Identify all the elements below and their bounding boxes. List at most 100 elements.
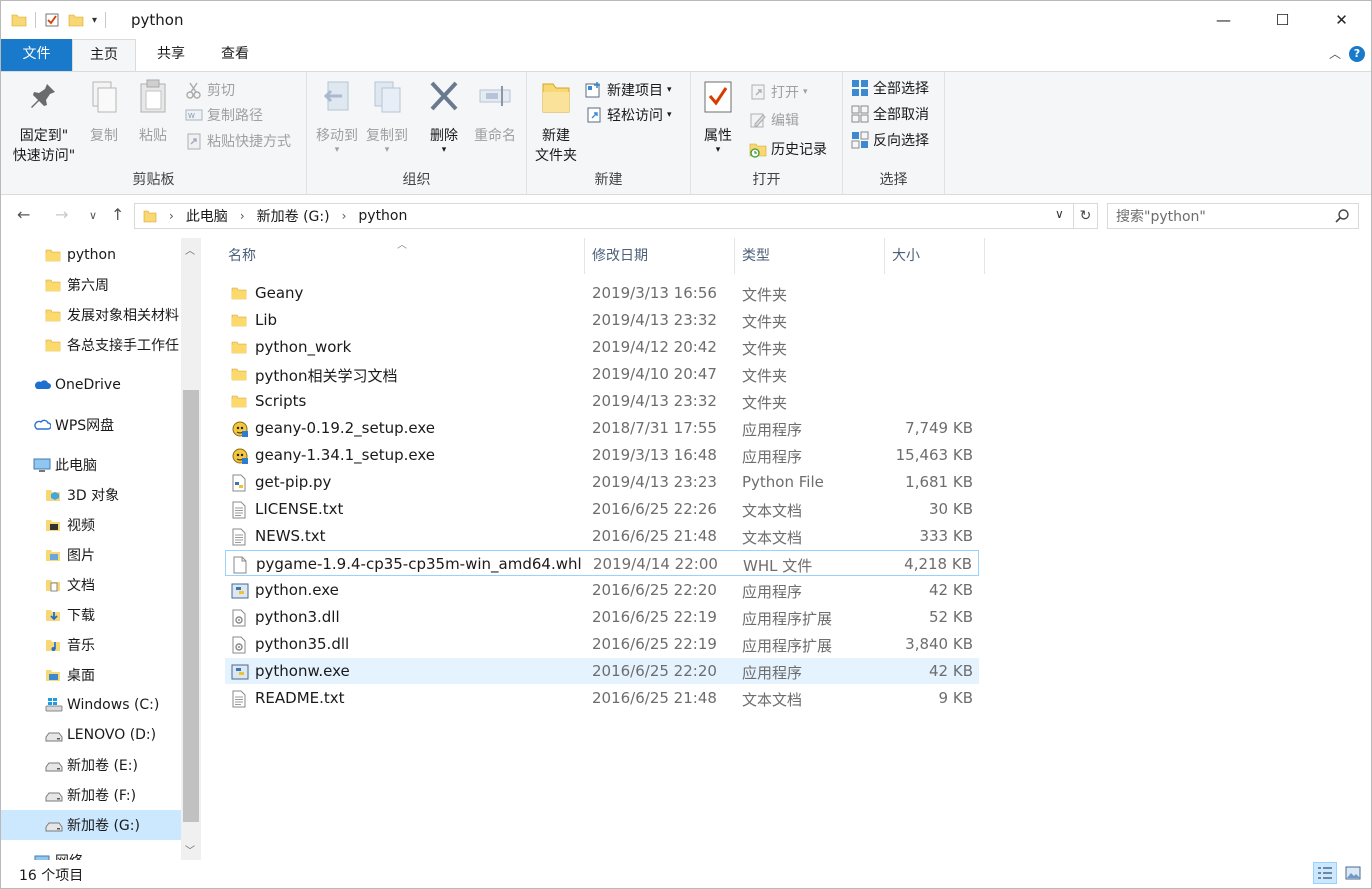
file-type: 文本文档 [742, 691, 803, 709]
tab-home[interactable]: 主页 [72, 39, 136, 71]
file-row[interactable]: LICENSE.txt 2016/6/25 22:26 文本文档 30 KB [225, 496, 979, 522]
sidebar-item[interactable]: 3D 对象 [1, 480, 181, 510]
sidebar-item[interactable]: 网络 [1, 846, 181, 860]
sidebar-item[interactable]: 桌面 [1, 660, 181, 690]
large-icons-view-button[interactable] [1341, 862, 1365, 884]
sidebar-item[interactable]: 此电脑 [1, 450, 181, 480]
breadcrumb-this-pc[interactable]: 此电脑 [186, 206, 228, 226]
tab-file[interactable]: 文件 [1, 39, 72, 71]
file-row[interactable]: pygame-1.9.4-cp35-cp35m-win_amd64.whl 201… [225, 550, 979, 576]
copy-to-label: 复制到 [366, 128, 408, 144]
delete-button[interactable]: 删除 ▾ [423, 78, 465, 155]
sidebar-item[interactable]: 文档 [1, 570, 181, 600]
file-row[interactable]: geany-1.34.1_setup.exe 2019/3/13 16:48 应用程… [225, 442, 979, 468]
sidebar-item[interactable]: 新加卷 (G:) [1, 810, 181, 840]
file-row[interactable]: python_work 2019/4/12 20:42 文件夹 [225, 334, 979, 360]
select-none-button[interactable]: 全部取消 [851, 102, 929, 126]
back-arrow-icon[interactable]: ← [17, 205, 30, 224]
file-name: python相关学习文档 [255, 367, 398, 385]
move-to-button[interactable]: 移动到 ▾ [313, 78, 361, 155]
properties-icon[interactable] [44, 12, 60, 28]
open-button[interactable]: 打开 ▾ [749, 80, 808, 104]
file-row[interactable]: Scripts 2019/4/13 23:32 文件夹 [225, 388, 979, 414]
sidebar-item[interactable]: 图片 [1, 540, 181, 570]
sidebar-item[interactable]: 各总支接手工作任 [1, 330, 181, 360]
search-box[interactable]: 搜索"python" [1107, 203, 1359, 229]
column-header-date[interactable]: 修改日期 [585, 238, 735, 274]
easy-access-button[interactable]: 轻松访问 ▾ [585, 103, 672, 127]
sidebar-item[interactable]: 第六周 [1, 270, 181, 300]
history-button[interactable]: 历史记录 [749, 137, 827, 161]
maximize-button[interactable]: ☐ [1253, 1, 1312, 39]
navigation-scrollbar[interactable]: ︿ ﹀ [181, 238, 201, 860]
breadcrumb-separator-icon[interactable]: › [240, 209, 245, 223]
scrollbar-thumb[interactable] [183, 390, 199, 822]
properties-button[interactable]: 属性 ▾ [697, 78, 739, 155]
file-type: 应用程序 [742, 583, 803, 601]
breadcrumb-python[interactable]: python [358, 208, 407, 224]
sidebar-item[interactable]: LENOVO (D:) [1, 720, 181, 750]
copy-to-button[interactable]: 复制到 ▾ [362, 78, 412, 155]
column-header-type[interactable]: 类型 [735, 238, 885, 274]
refresh-button[interactable]: ↻ [1074, 203, 1098, 229]
pin-quick-access-button[interactable]: 固定到" 快速访问" [7, 78, 81, 166]
tab-view[interactable]: 查看 [207, 39, 263, 71]
file-row[interactable]: Lib 2019/4/13 23:32 文件夹 [225, 307, 979, 333]
file-name: pygame-1.9.4-cp35-cp35m-win_amd64.whl [256, 555, 582, 573]
invert-selection-button[interactable]: 反向选择 [851, 128, 929, 152]
file-row[interactable]: geany-0.19.2_setup.exe 2018/7/31 17:55 应用程… [225, 415, 979, 441]
collapse-ribbon-icon[interactable]: ︿ [1329, 45, 1341, 62]
file-row[interactable]: NEWS.txt 2016/6/25 21:48 文本文档 333 KB [225, 523, 979, 549]
paste-shortcut-button[interactable]: 粘贴快捷方式 [185, 129, 291, 153]
up-arrow-icon[interactable]: ↑ [111, 205, 124, 224]
file-row[interactable]: python35.dll 2016/6/25 22:19 应用程序扩展 3,840 K… [225, 631, 979, 657]
file-row[interactable]: python相关学习文档 2019/4/10 20:47 文件夹 [225, 361, 979, 387]
sidebar-item[interactable]: 发展对象相关材料 [1, 300, 181, 330]
sidebar-item[interactable]: 新加卷 (E:) [1, 750, 181, 780]
scroll-down-icon[interactable]: ﹀ [185, 842, 195, 857]
file-row[interactable]: Geany 2019/3/13 16:56 文件夹 [225, 280, 979, 306]
file-name: python.exe [255, 581, 339, 599]
sidebar-item-label: 下载 [67, 608, 95, 624]
edit-button[interactable]: 编辑 [749, 108, 799, 132]
details-view-button[interactable] [1313, 862, 1337, 884]
sidebar-item-label: 新加卷 (F:) [67, 788, 137, 804]
file-row[interactable]: get-pip.py 2019/4/13 23:23 Python File 1,68… [225, 469, 979, 495]
sidebar-item[interactable]: 音乐 [1, 630, 181, 660]
sidebar-item[interactable]: WPS网盘 [1, 410, 181, 440]
sidebar-item[interactable]: 视频 [1, 510, 181, 540]
search-input[interactable]: 搜索"python" [1116, 206, 1206, 226]
customize-toolbar-dropdown-icon[interactable]: ▾ [92, 15, 97, 26]
file-row[interactable]: README.txt 2016/6/25 21:48 文本文档 9 KB [225, 685, 979, 711]
address-dropdown-icon[interactable]: ∨ [1055, 207, 1064, 221]
column-header-size[interactable]: 大小 [885, 238, 985, 274]
recent-locations-chevron-icon[interactable]: ∨ [89, 209, 97, 222]
file-row[interactable]: python3.dll 2016/6/25 22:19 应用程序扩展 52 KB [225, 604, 979, 630]
help-icon[interactable]: ? [1349, 45, 1365, 62]
new-item-button[interactable]: 新建项目 ▾ [585, 78, 672, 102]
tab-share[interactable]: 共享 [141, 39, 201, 71]
new-folder-icon[interactable] [68, 12, 84, 28]
paste-button[interactable]: 粘贴 [132, 78, 174, 146]
address-bar[interactable]: › 此电脑 › 新加卷 (G:) › python [134, 203, 1074, 229]
breadcrumb-drive-g[interactable]: 新加卷 (G:) [257, 206, 330, 226]
new-folder-button[interactable]: 新建 文件夹 [533, 78, 579, 166]
copy-button[interactable]: 复制 [83, 78, 125, 146]
cut-button[interactable]: 剪切 [185, 78, 235, 102]
column-header-name[interactable]: 名称 [221, 238, 585, 274]
forward-arrow-icon[interactable]: → [55, 205, 68, 224]
sidebar-item[interactable]: 新加卷 (F:) [1, 780, 181, 810]
file-row[interactable]: python.exe 2016/6/25 22:20 应用程序 42 KB [225, 577, 979, 603]
scroll-up-icon[interactable]: ︿ [185, 242, 195, 257]
close-button[interactable]: ✕ [1312, 1, 1371, 39]
sidebar-item[interactable]: Windows (C:) [1, 690, 181, 720]
breadcrumb-separator-icon[interactable]: › [342, 209, 347, 223]
sidebar-item[interactable]: python [1, 240, 181, 270]
file-row[interactable]: pythonw.exe 2016/6/25 22:20 应用程序 42 KB [225, 658, 979, 684]
sidebar-item[interactable]: 下载 [1, 600, 181, 630]
minimize-button[interactable]: — [1194, 1, 1253, 39]
sidebar-item[interactable]: OneDrive [1, 370, 181, 400]
rename-button[interactable]: 重命名 [469, 78, 521, 146]
copy-path-button[interactable]: W 复制路径 [185, 103, 263, 127]
select-all-button[interactable]: 全部选择 [851, 76, 929, 100]
